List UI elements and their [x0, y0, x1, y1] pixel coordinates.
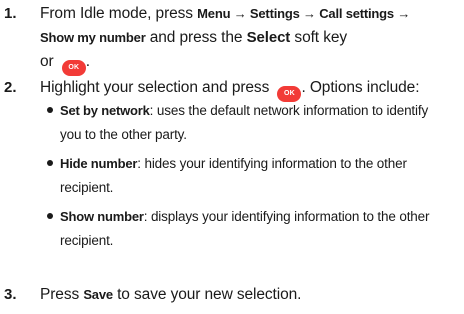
step-number: 3.	[4, 286, 17, 303]
option-item: Show number: displays your identifying i…	[47, 206, 430, 228]
step-text: . Options include:	[301, 79, 420, 96]
step-text-line: Highlight your selection and press OK. O…	[40, 76, 420, 102]
step-text-line: or OK.	[40, 50, 90, 76]
step-lead-text: Press	[40, 286, 84, 303]
option-item: Hide number: hides your identifying info…	[47, 153, 407, 175]
step-text: soft key	[290, 29, 348, 46]
bullet-icon	[47, 160, 53, 166]
option-desc: : hides your identifying information to …	[137, 156, 407, 171]
option-item: Set by network: uses the default network…	[47, 100, 428, 122]
menu-item-show-my-number: Show my number	[40, 30, 146, 45]
bullet-icon	[47, 107, 53, 113]
ok-key-icon: OK	[61, 60, 86, 76]
step-text: .	[85, 53, 91, 70]
step-text: to save your new selection.	[112, 286, 302, 303]
option-term: Set by network	[60, 103, 150, 118]
menu-path: Menu → Settings → Call settings →	[197, 6, 411, 21]
select-key-label: Select	[246, 29, 291, 46]
option-term: Hide number	[60, 156, 138, 171]
option-term: Show number	[60, 209, 144, 224]
option-desc-cont: recipient.	[60, 233, 114, 248]
step-text-line: Press Save to save your new selection.	[40, 283, 301, 307]
step-number: 2.	[4, 79, 17, 96]
option-desc: : displays your identifying information …	[143, 209, 430, 224]
option-desc-cont: you to the other party.	[60, 127, 187, 142]
step-text: and press the	[145, 29, 247, 46]
step-text-line: From Idle mode, press Menu → Settings → …	[40, 2, 410, 26]
step-number: 1.	[4, 5, 17, 22]
step-lead-text: Highlight your selection and press	[40, 79, 274, 96]
step-lead-text: From Idle mode, press	[40, 5, 198, 22]
save-key-label: Save	[83, 287, 113, 302]
step-text: or	[40, 53, 58, 70]
manual-page: 1. From Idle mode, press Menu → Settings…	[0, 0, 464, 314]
option-desc-cont: recipient.	[60, 180, 114, 195]
option-desc: : uses the default network information t…	[149, 103, 429, 118]
bullet-icon	[47, 213, 53, 219]
step-text-line: Show my number and press the Select soft…	[40, 26, 347, 50]
